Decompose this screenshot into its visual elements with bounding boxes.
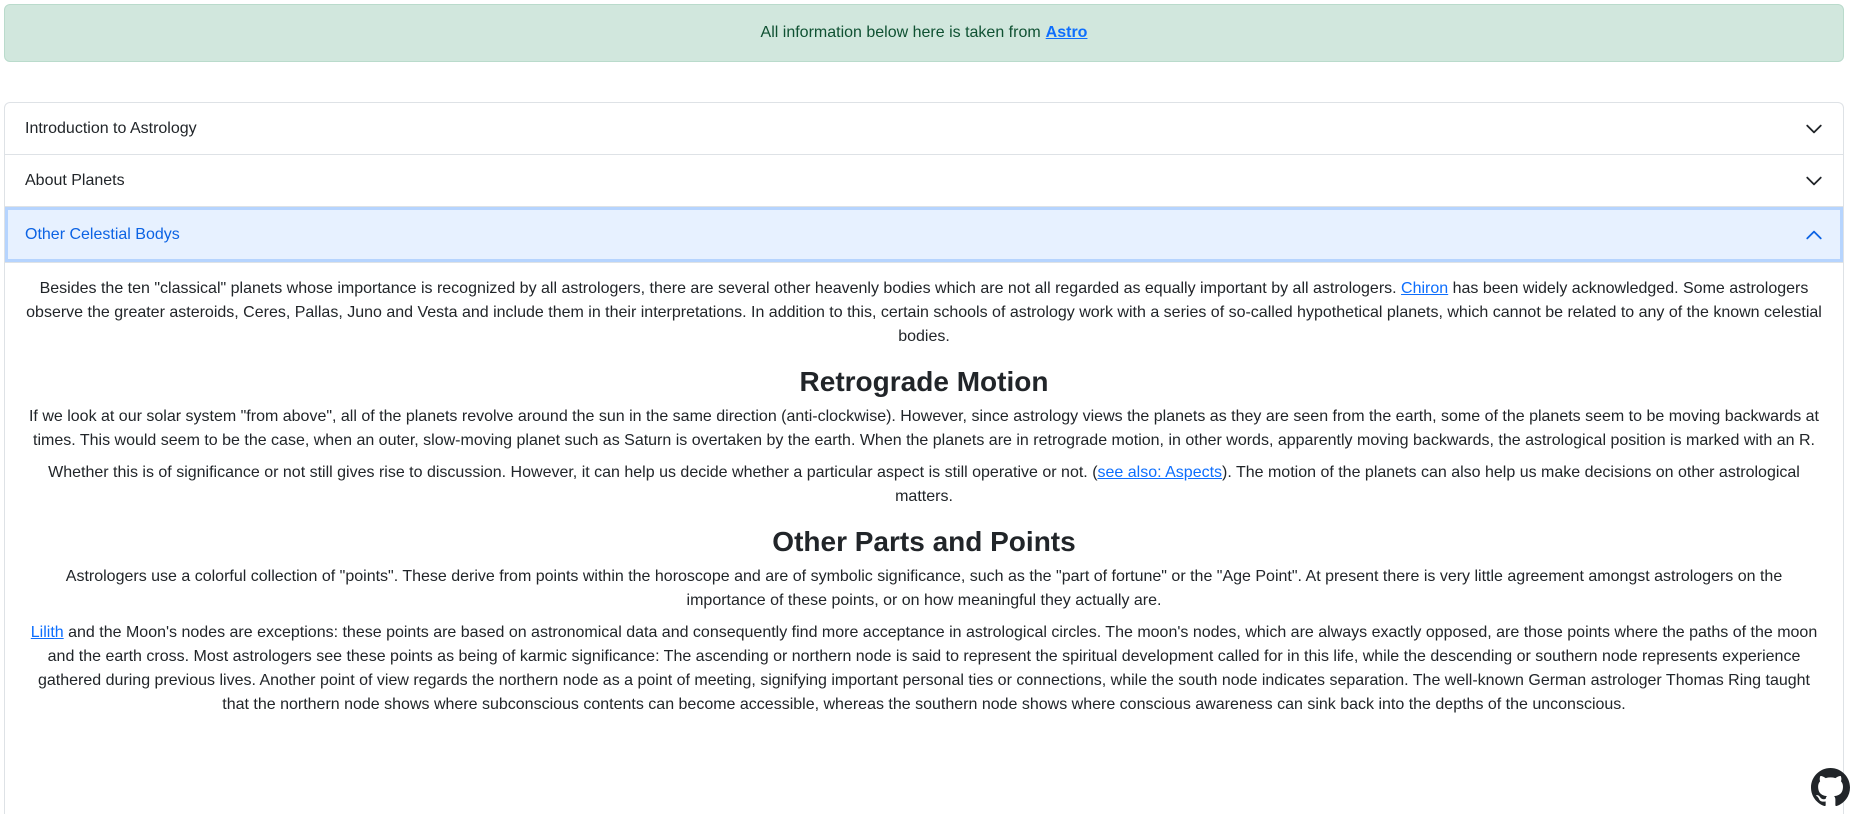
text: and the Moon's nodes are exceptions: the… xyxy=(38,624,1818,713)
heading-retrograde-motion: Retrograde Motion xyxy=(799,366,1049,397)
chevron-down-icon xyxy=(1805,172,1823,190)
chevron-down-icon xyxy=(1805,120,1823,138)
heading-other-parts-and-points: Other Parts and Points xyxy=(772,526,1076,557)
accordion-header-label: Introduction to Astrology xyxy=(25,119,197,137)
paragraph-retrograde: If we look at our solar system "from abo… xyxy=(28,408,1819,449)
alert-text: All information below here is taken from xyxy=(760,24,1041,41)
chiron-link[interactable]: Chiron xyxy=(1401,280,1448,297)
astro-link[interactable]: Astro xyxy=(1046,24,1088,42)
text: Whether this is of significance or not s… xyxy=(48,464,1098,481)
paragraph-lilith-nodes: Lilith and the Moon's nodes are exceptio… xyxy=(25,621,1823,717)
accordion-header-label: Other Celestial Bodys xyxy=(25,225,180,243)
aspects-link[interactable]: see also: Aspects xyxy=(1098,464,1223,481)
paragraph-points: Astrologers use a colorful collection of… xyxy=(65,568,1783,609)
lilith-link[interactable]: Lilith xyxy=(31,624,64,641)
chevron-up-icon xyxy=(1805,226,1823,244)
info-alert: All information below here is taken from… xyxy=(4,4,1844,62)
accordion-header-about-planets[interactable]: About Planets xyxy=(5,155,1843,207)
paragraph-significance: Whether this is of significance or not s… xyxy=(25,461,1823,509)
paragraph-celestial-bodies: Besides the ten "classical" planets whos… xyxy=(25,277,1823,349)
accordion-header-introduction[interactable]: Introduction to Astrology xyxy=(5,103,1843,155)
accordion-header-label: About Planets xyxy=(25,171,125,189)
accordion-body: Besides the ten "classical" planets whos… xyxy=(5,263,1843,717)
github-icon[interactable] xyxy=(1811,768,1850,807)
text: Besides the ten "classical" planets whos… xyxy=(39,280,1402,297)
accordion: Introduction to Astrology About Planets … xyxy=(4,102,1844,814)
accordion-header-other-celestial-bodys[interactable]: Other Celestial Bodys xyxy=(5,207,1843,263)
